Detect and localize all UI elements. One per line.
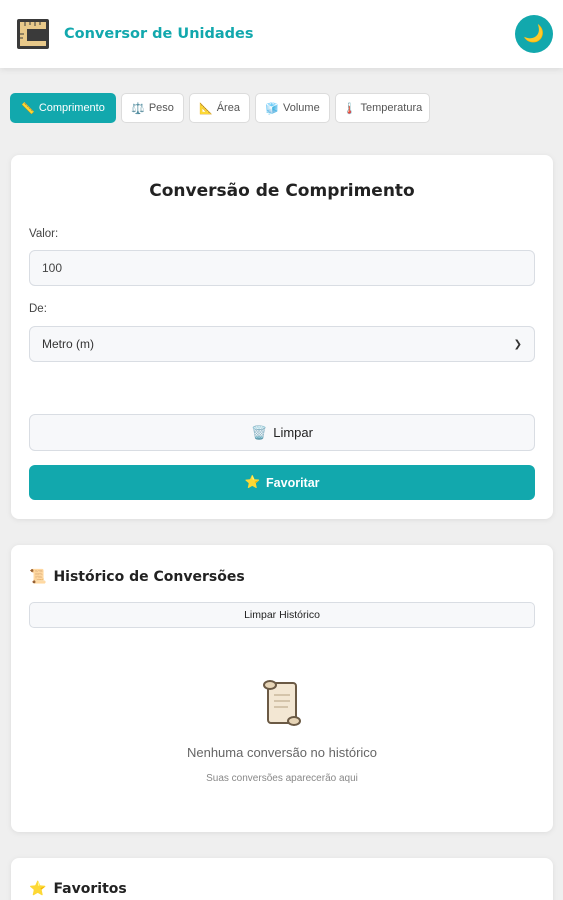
moon-icon: 🌙 — [523, 24, 545, 43]
tab-comprimento[interactable]: 📏 Comprimento — [10, 93, 116, 123]
value-label: Valor: — [29, 228, 59, 240]
clear-button-label: Limpar — [273, 425, 313, 440]
from-label: De: — [29, 303, 47, 315]
trash-icon: 🗑️ — [251, 424, 268, 440]
value-input[interactable]: 100 — [29, 250, 535, 286]
scroll-icon: 📜 — [29, 569, 47, 585]
ruler-frame-icon — [17, 19, 49, 49]
clear-button[interactable]: 🗑️ Limpar — [29, 414, 535, 451]
tab-peso[interactable]: ⚖️ Peso — [121, 93, 184, 123]
value-text: 100 — [42, 261, 63, 275]
tab-temperatura[interactable]: 🌡️ Temperatura — [335, 93, 430, 123]
scroll-icon — [263, 680, 301, 726]
tab-volume[interactable]: 🧊 Volume — [255, 93, 330, 123]
tab-label: Comprimento — [38, 102, 105, 114]
chevron-down-icon: ❯ — [513, 338, 522, 350]
converter-card: Conversão de Comprimento Valor: 100 De: … — [11, 155, 553, 519]
app-title: Conversor de Unidades — [64, 26, 254, 42]
app-header: Conversor de Unidades 🌙 — [0, 0, 563, 68]
favorite-button-label: Favoritar — [266, 475, 320, 490]
history-empty-hint: Suas conversões aparecerão aqui — [206, 773, 358, 784]
scale-icon: ⚖️ — [131, 102, 145, 115]
clear-history-label: Limpar Histórico — [244, 609, 320, 621]
thermometer-icon: 🌡️ — [342, 102, 357, 115]
history-empty-message: Nenhuma conversão no histórico — [186, 745, 378, 760]
history-title: 📜 Histórico de Conversões — [29, 569, 245, 585]
favorite-button[interactable]: ⭐ Favoritar — [29, 465, 535, 500]
from-unit-value: Metro (m) — [42, 337, 94, 351]
triangle-ruler-icon: 📐 — [199, 102, 213, 115]
tab-area[interactable]: 📐 Área — [189, 93, 250, 123]
tab-label: Volume — [283, 102, 320, 114]
tab-label: Área — [216, 102, 240, 114]
cube-icon: 🧊 — [265, 102, 279, 115]
star-icon: ⭐ — [244, 475, 261, 489]
from-unit-select[interactable]: Metro (m) ❯ — [29, 326, 535, 362]
tab-label: Temperatura — [360, 102, 423, 114]
tab-label: Peso — [148, 102, 174, 114]
history-card: 📜 Histórico de Conversões Limpar Históri… — [11, 545, 553, 832]
star-icon: ⭐ — [29, 881, 47, 897]
history-title-text: Histórico de Conversões — [53, 569, 245, 585]
ruler-icon: 📏 — [21, 102, 35, 115]
favorites-card: ⭐ Favoritos — [11, 858, 553, 900]
clear-history-button[interactable]: Limpar Histórico — [29, 602, 535, 628]
converter-title: Conversão de Comprimento — [149, 181, 415, 201]
theme-toggle-button[interactable]: 🌙 — [515, 15, 553, 53]
favorites-title: ⭐ Favoritos — [29, 881, 127, 897]
favorites-title-text: Favoritos — [53, 881, 127, 897]
